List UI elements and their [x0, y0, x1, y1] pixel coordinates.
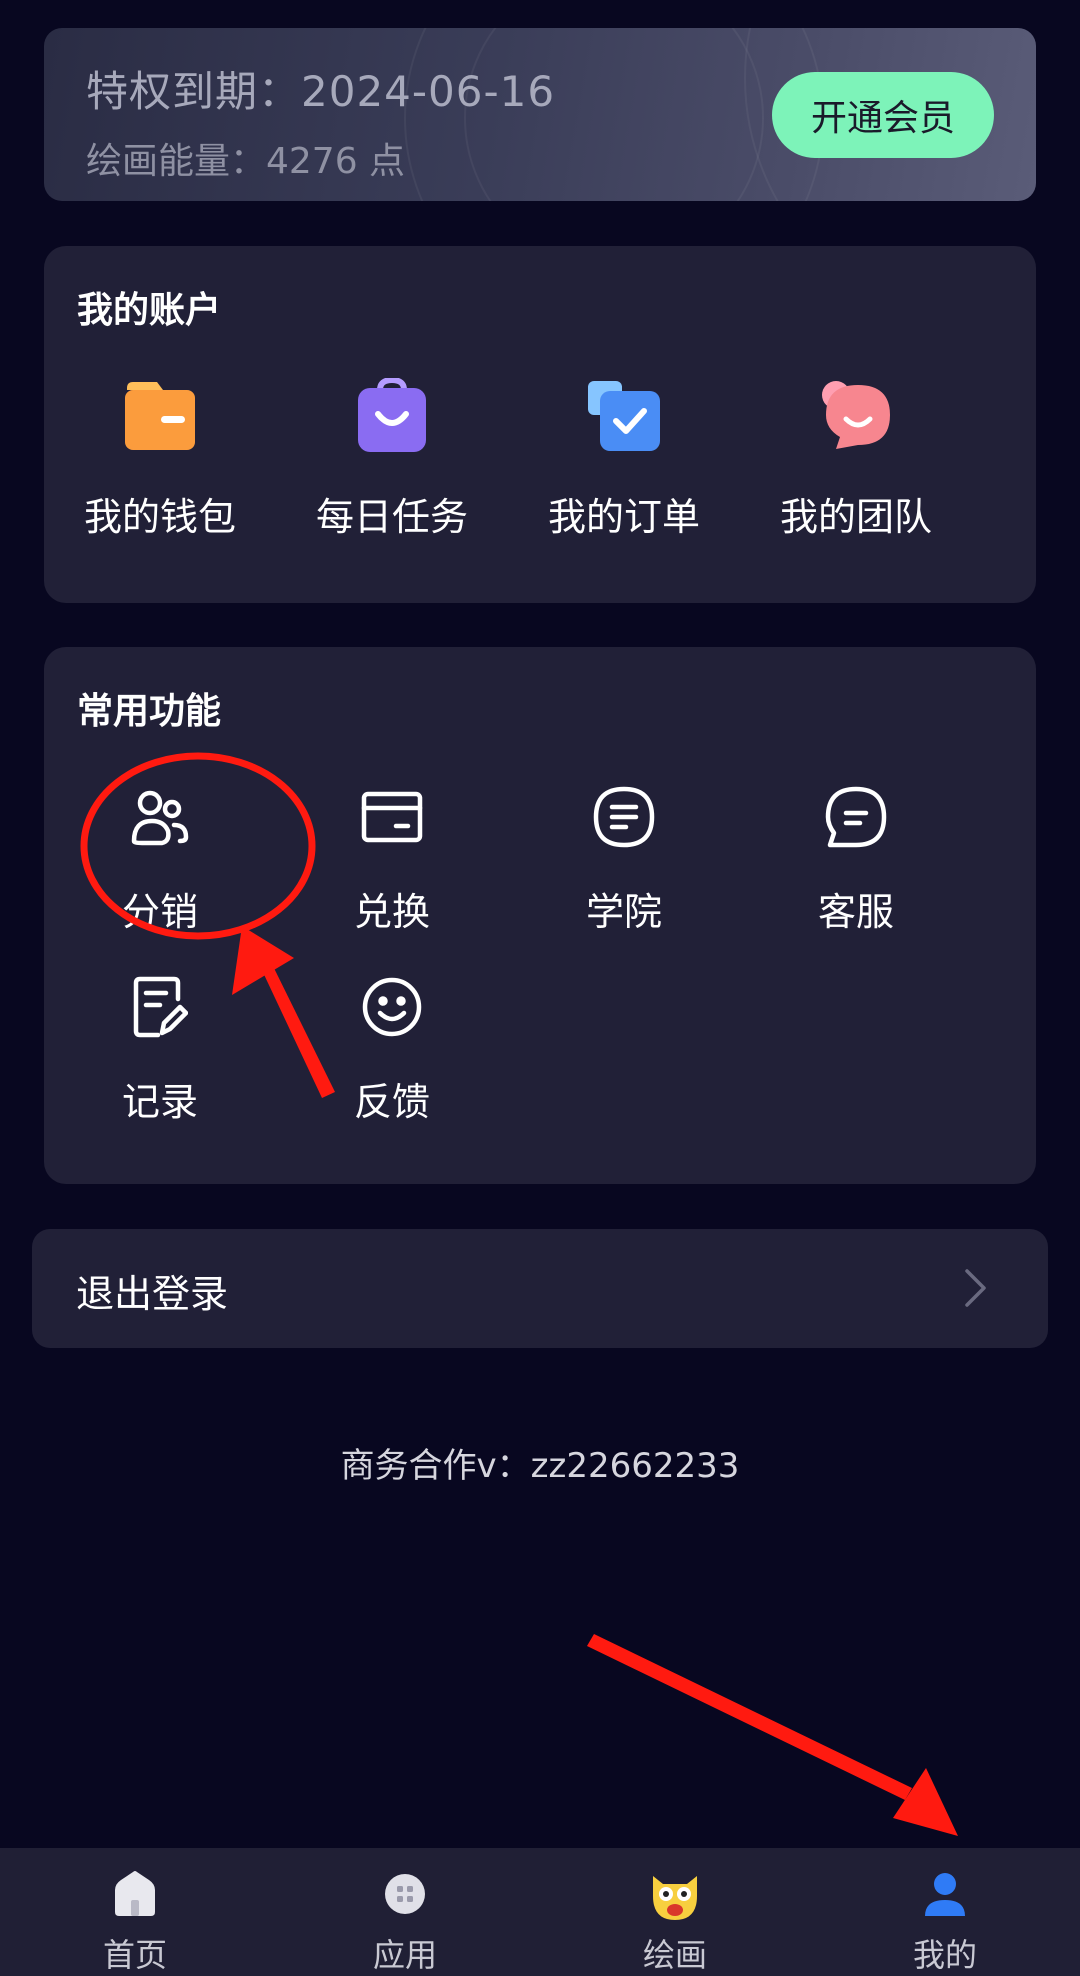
- daily-tasks-item[interactable]: 每日任务: [276, 374, 508, 544]
- records-item[interactable]: 记录: [44, 965, 276, 1135]
- home-icon: [107, 1866, 163, 1922]
- document-icon: [582, 775, 666, 859]
- item-label: 兑换: [353, 890, 430, 934]
- item-label: 记录: [121, 1080, 198, 1124]
- apps-icon: [377, 1866, 433, 1922]
- common-functions-card: 常用功能 分销 兑换 学院 客服 记录 反馈: [44, 647, 1036, 1184]
- item-label: 每日任务: [315, 495, 468, 539]
- item-label: 我的团队: [779, 495, 932, 539]
- chevron-right-icon: [965, 1269, 986, 1307]
- item-label: 客服: [817, 890, 894, 934]
- customer-service-item[interactable]: 客服: [740, 775, 972, 945]
- smiley-icon: [350, 965, 434, 1049]
- feedback-item[interactable]: 反馈: [276, 965, 508, 1135]
- item-label: 反馈: [353, 1080, 430, 1124]
- section-title: 我的账户: [77, 290, 222, 331]
- my-team-item[interactable]: 我的团队: [740, 374, 972, 544]
- my-wallet-item[interactable]: 我的钱包: [44, 374, 276, 544]
- item-label: 学院: [585, 890, 662, 934]
- section-title: 常用功能: [77, 691, 222, 732]
- item-label: 我的订单: [547, 495, 700, 539]
- nav-tab-draw[interactable]: 绘画: [540, 1848, 810, 1976]
- nav-tab-mine[interactable]: 我的: [810, 1848, 1080, 1976]
- bottom-nav-bar: 首页 应用 绘画 我的: [0, 1848, 1080, 1976]
- cartoon-face-icon: [647, 1866, 703, 1922]
- nav-label: 我的: [912, 1936, 977, 1974]
- vip-banner: 特权到期：2024-06-16 绘画能量：4276 点 开通会员: [44, 28, 1036, 201]
- team-chat-icon: [814, 374, 898, 458]
- users-icon: [118, 775, 202, 859]
- nav-label: 应用: [372, 1936, 437, 1974]
- my-orders-item[interactable]: 我的订单: [508, 374, 740, 544]
- wallet-icon: [118, 374, 202, 458]
- card-icon: [350, 775, 434, 859]
- chat-bubble-icon: [814, 775, 898, 859]
- user-icon: [917, 1866, 973, 1922]
- redeem-item[interactable]: 兑换: [276, 775, 508, 945]
- nav-label: 绘画: [642, 1936, 707, 1974]
- academy-item[interactable]: 学院: [508, 775, 740, 945]
- item-label: 分销: [121, 890, 198, 934]
- nav-label: 首页: [102, 1936, 167, 1974]
- distribution-item[interactable]: 分销: [44, 775, 276, 945]
- drawing-energy: 绘画能量：4276 点: [86, 141, 406, 182]
- item-label: 我的钱包: [83, 495, 236, 539]
- edit-record-icon: [118, 965, 202, 1049]
- open-membership-button[interactable]: 开通会员: [772, 72, 994, 158]
- logout-label: 退出登录: [76, 1272, 229, 1316]
- logout-row[interactable]: 退出登录: [32, 1229, 1048, 1348]
- order-check-icon: [582, 374, 666, 458]
- nav-tab-home[interactable]: 首页: [0, 1848, 270, 1976]
- arrow-to-mine-tab: [587, 1634, 958, 1836]
- task-bag-icon: [350, 374, 434, 458]
- vip-expire-date: 特权到期：2024-06-16: [86, 67, 556, 116]
- my-account-card: 我的账户 我的钱包 每日任务 我的订单 我的团队: [44, 246, 1036, 603]
- business-contact: 商务合作v：zz22662233: [340, 1446, 740, 1486]
- nav-tab-apps[interactable]: 应用: [270, 1848, 540, 1976]
